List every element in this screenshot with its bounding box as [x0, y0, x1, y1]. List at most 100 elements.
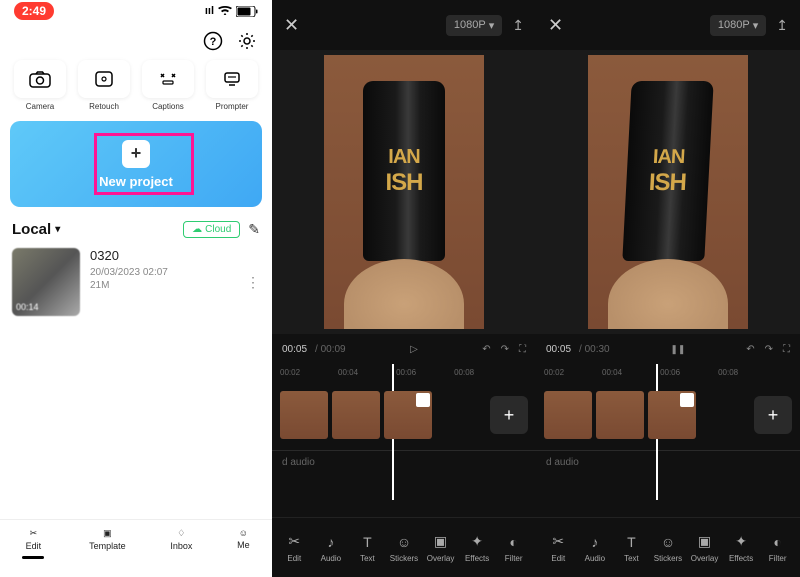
highlight-annotation: [94, 133, 194, 195]
person-icon: ☺: [239, 528, 248, 538]
filter-icon: ◐: [773, 533, 781, 551]
top-bar-icons: ?: [0, 22, 272, 56]
bell-icon: ♢: [177, 528, 185, 539]
add-clip-button[interactable]: +: [754, 396, 792, 434]
help-icon[interactable]: ?: [202, 30, 224, 52]
tool-audio[interactable]: ♪Audio: [315, 533, 347, 563]
tool-captions[interactable]: Captions: [140, 60, 196, 111]
editor-toolbar: ✂Edit ♪Audio TText ☺Stickers ▣Overlay ✦E…: [272, 517, 536, 577]
export-icon[interactable]: ↥: [776, 17, 788, 34]
add-clip-button[interactable]: +: [490, 396, 528, 434]
redo-icon[interactable]: ↷: [765, 344, 773, 355]
audio-track[interactable]: d audio: [536, 450, 800, 480]
scissors-icon: ✂: [288, 533, 300, 551]
camera-icon: [29, 70, 51, 88]
resolution-badge[interactable]: 1080P▾: [710, 15, 766, 36]
overlay-icon: ▣: [698, 533, 711, 551]
tool-stickers[interactable]: ☺Stickers: [388, 533, 420, 563]
tool-edit[interactable]: ✂Edit: [278, 533, 310, 563]
scissors-icon: ✂: [30, 528, 38, 539]
tool-row: Camera Retouch Captions Prompter: [0, 56, 272, 121]
tool-filter[interactable]: ◐Filter: [762, 533, 794, 563]
tool-prompter[interactable]: Prompter: [204, 60, 260, 111]
tool-camera[interactable]: Camera: [12, 60, 68, 111]
status-bar: 2:49 ııl: [0, 0, 272, 22]
play-button[interactable]: ▷: [410, 344, 418, 355]
nav-edit[interactable]: ✂Edit: [22, 528, 44, 559]
tool-text[interactable]: TText: [351, 533, 383, 563]
filter-icon: ◐: [509, 533, 517, 551]
effects-icon: ✦: [735, 533, 747, 551]
template-icon: ▣: [103, 528, 112, 539]
audio-track[interactable]: d audio: [272, 450, 536, 480]
captions-icon: [157, 70, 179, 88]
fullscreen-icon[interactable]: ⛶: [783, 344, 790, 355]
clip[interactable]: [544, 391, 592, 439]
overlay-icon: ▣: [434, 533, 447, 551]
editor-topbar: ✕ 1080P▾ ↥: [536, 0, 800, 50]
tool-edit[interactable]: ✂Edit: [542, 533, 574, 563]
tool-retouch[interactable]: Retouch: [76, 60, 132, 111]
export-icon[interactable]: ↥: [512, 17, 524, 34]
playbar: 00:05 / 00:09 ▷ ↶↷⛶: [272, 334, 536, 364]
status-time: 2:49: [14, 2, 54, 20]
project-thumb: 00:14: [12, 248, 80, 316]
total-time: / 00:30: [579, 344, 610, 355]
local-dropdown[interactable]: Local▾: [12, 221, 60, 238]
clip[interactable]: [596, 391, 644, 439]
sticker-icon: ☺: [661, 533, 675, 551]
undo-icon[interactable]: ↶: [746, 344, 754, 355]
fullscreen-icon[interactable]: ⛶: [519, 344, 526, 355]
editor-panel-3: ✕ 1080P▾ ↥ IANISH 00:05 / 00:30 ❚❚ ↶ ↷ ⛶ 0…: [536, 0, 800, 577]
more-icon[interactable]: ⋮: [246, 274, 260, 291]
tool-effects[interactable]: ✦Effects: [461, 533, 493, 563]
time-ruler: 00:0200:0400:0600:08: [536, 364, 800, 380]
project-item[interactable]: 00:14 0320 20/03/2023 02:07 21M ⋮: [0, 248, 272, 316]
undo-icon[interactable]: ↶: [482, 344, 490, 355]
timeline[interactable]: +: [536, 380, 800, 450]
nav-inbox[interactable]: ♢Inbox: [170, 528, 192, 559]
redo-icon[interactable]: ↷: [501, 344, 509, 355]
cloud-badge[interactable]: ☁Cloud: [183, 221, 240, 238]
tool-audio[interactable]: ♪Audio: [579, 533, 611, 563]
sticker-icon: ☺: [397, 533, 411, 551]
retouch-icon: [93, 70, 115, 88]
status-icons: ııl: [205, 5, 258, 17]
time-ruler: 00:0200:0400:0600:08: [272, 364, 536, 380]
nav-template[interactable]: ▣Template: [89, 528, 126, 559]
effects-icon: ✦: [471, 533, 483, 551]
chevron-down-icon: ▾: [753, 19, 759, 32]
pause-button[interactable]: ❚❚: [670, 344, 685, 355]
clip[interactable]: [332, 391, 380, 439]
nav-me[interactable]: ☺Me: [237, 528, 250, 559]
current-time: 00:05: [546, 344, 571, 355]
settings-icon[interactable]: [236, 30, 258, 52]
tool-effects[interactable]: ✦Effects: [725, 533, 757, 563]
video-preview[interactable]: IANISH: [536, 50, 800, 334]
clip[interactable]: [280, 391, 328, 439]
note-icon: ♪: [591, 533, 598, 551]
close-icon[interactable]: ✕: [548, 15, 563, 36]
tool-text[interactable]: TText: [615, 533, 647, 563]
timeline[interactable]: +: [272, 380, 536, 450]
battery-icon: [236, 6, 258, 17]
tool-overlay[interactable]: ▣Overlay: [689, 533, 721, 563]
project-meta: 0320 20/03/2023 02:07 21M: [90, 248, 236, 291]
clip[interactable]: [648, 391, 696, 439]
tool-overlay[interactable]: ▣Overlay: [425, 533, 457, 563]
chevron-down-icon: ▾: [55, 224, 60, 235]
editor-panel-2: ✕ 1080P▾ ↥ IANISH 00:05 / 00:09 ▷ ↶↷⛶ 00…: [272, 0, 536, 577]
scissors-icon: ✂: [552, 533, 564, 551]
resolution-badge[interactable]: 1080P▾: [446, 15, 502, 36]
playbar: 00:05 / 00:30 ❚❚ ↶ ↷ ⛶: [536, 334, 800, 364]
edit-icon[interactable]: ✎: [248, 221, 260, 238]
tool-stickers[interactable]: ☺Stickers: [652, 533, 684, 563]
note-icon: ♪: [327, 533, 334, 551]
new-project-button[interactable]: + New project: [10, 121, 262, 207]
close-icon[interactable]: ✕: [284, 15, 299, 36]
video-preview[interactable]: IANISH: [272, 50, 536, 334]
clip[interactable]: [384, 391, 432, 439]
tool-filter[interactable]: ◐Filter: [498, 533, 530, 563]
text-icon: T: [627, 533, 636, 551]
signal-icon: ııl: [205, 5, 214, 17]
